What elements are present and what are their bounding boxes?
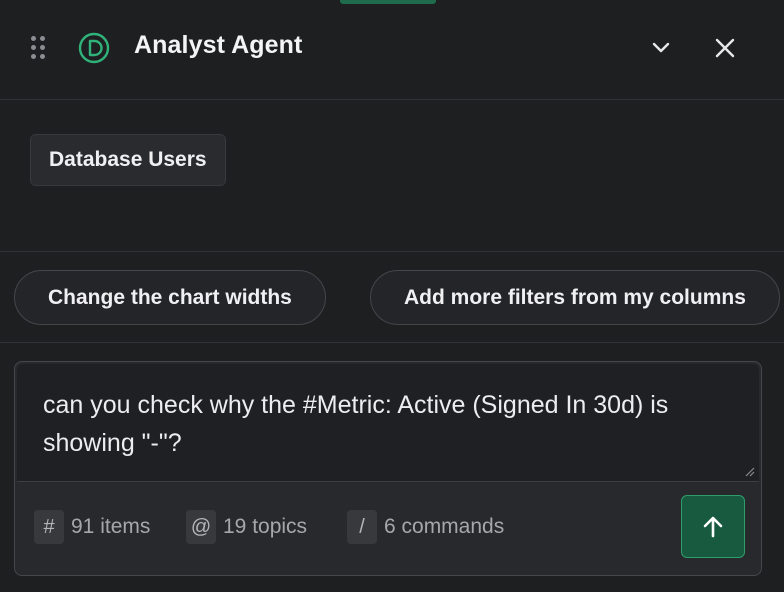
hash-icon: # [34, 510, 64, 544]
suggestion-chip[interactable]: Add more filters from my columns [370, 270, 780, 325]
items-count-label: 91 items [71, 515, 151, 538]
message-composer: can you check why the #Metric: Active (S… [14, 361, 762, 576]
resize-grip-icon[interactable] [743, 465, 755, 477]
message-input[interactable]: can you check why the #Metric: Active (S… [17, 364, 759, 482]
suggestion-chip[interactable]: Change the chart widths [14, 270, 326, 325]
commands-count-label: 6 commands [384, 515, 505, 538]
at-icon: @ [186, 510, 216, 544]
agent-logo-icon [78, 32, 110, 64]
drag-handle-icon[interactable] [31, 36, 45, 60]
topics-count-label: 19 topics [223, 515, 308, 538]
context-chip-database-users[interactable]: Database Users [30, 134, 226, 186]
collapse-button[interactable] [643, 30, 679, 66]
composer-footer: # 91 items @ 19 topics / 6 commands [15, 483, 761, 575]
panel-title: Analyst Agent [134, 31, 303, 59]
close-button[interactable] [707, 30, 743, 66]
close-icon [715, 38, 735, 58]
send-button[interactable] [681, 495, 745, 558]
context-section: Database Users [0, 101, 784, 252]
commands-count[interactable]: / 6 commands [347, 510, 504, 544]
topics-count[interactable]: @ 19 topics [186, 510, 307, 544]
panel-header: Analyst Agent [0, 0, 784, 100]
arrow-up-icon [703, 516, 723, 537]
suggestion-row: Change the chart widths Add more filters… [0, 253, 784, 343]
slash-icon: / [347, 510, 377, 544]
chevron-down-icon [652, 42, 670, 53]
items-count[interactable]: # 91 items [34, 510, 150, 544]
message-text: can you check why the #Metric: Active (S… [43, 391, 669, 457]
